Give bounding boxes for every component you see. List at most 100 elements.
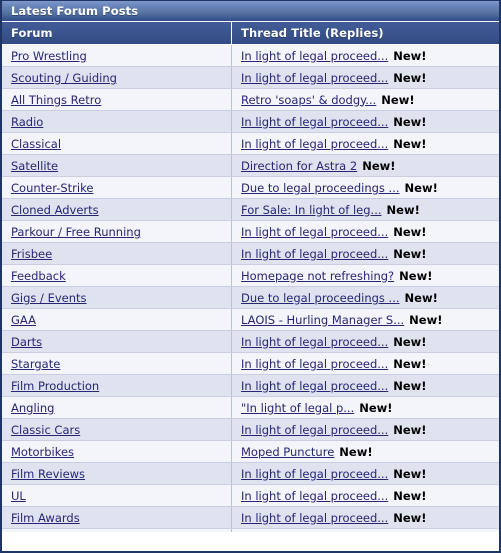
cell-thread-title: Homepage not refreshing? New! [231, 264, 499, 287]
cell-thread-title: In light of legal proceed... New! [231, 330, 499, 353]
table-body: Pro Wrestling In light of legal proceed..… [2, 44, 499, 532]
new-badge: New! [393, 466, 427, 481]
cell-thread-title: In light of legal proceed... New! [231, 374, 499, 397]
forum-link[interactable]: Scouting / Guiding [11, 71, 117, 85]
cell-forum-name: Scouting / Guiding [2, 66, 232, 89]
cell-thread-title: In light of legal proceed... New! [231, 418, 499, 441]
table-row: GAA LAOIS - Hurling Manager S... New! [2, 308, 499, 331]
forum-link[interactable]: Angling [11, 401, 54, 415]
table-row: Pro Wrestling In light of legal proceed..… [2, 44, 499, 67]
cell-forum-name: Film Reviews [2, 462, 232, 485]
cell-forum-name: Film Production [2, 374, 232, 397]
cell-forum-name: Gigs / Events [2, 286, 232, 309]
table-row: Darts In light of legal proceed... New! [2, 330, 499, 353]
thread-link[interactable]: Moped Puncture [241, 445, 334, 459]
forum-link[interactable]: Frisbee [11, 247, 52, 261]
forum-link[interactable]: Gigs / Events [11, 291, 87, 305]
table-row: Classic Cars In light of legal proceed...… [2, 418, 499, 441]
cell-forum-name: Pro Wrestling [2, 44, 232, 67]
forum-link[interactable]: GAA [11, 313, 36, 327]
table-row: Counter-Strike Due to legal proceedings .… [2, 176, 499, 199]
table-head: Forum Thread Title (Replies) [2, 22, 499, 45]
cell-forum-name: Counter-Strike [2, 176, 232, 199]
thread-link[interactable]: In light of legal proceed... [241, 115, 388, 129]
new-badge: New! [393, 224, 427, 239]
thread-link[interactable]: In light of legal proceed... [241, 511, 388, 525]
cell-thread-title: LAOIS - Hurling Manager S... New! [231, 308, 499, 331]
forum-link[interactable]: Stargate [11, 357, 60, 371]
cell-thread-title: Retro 'soaps' & dodgy... New! [231, 88, 499, 111]
forum-link[interactable]: Feedback [11, 269, 66, 283]
thread-link[interactable]: Direction for Astra 2 [241, 159, 357, 173]
table-row: Film Awards In light of legal proceed... N… [2, 506, 499, 529]
thread-link[interactable]: In light of legal proceed... [241, 247, 388, 261]
thread-link[interactable]: "In light of legal p... [241, 401, 354, 415]
thread-link[interactable]: In light of legal proceed... [241, 335, 388, 349]
thread-link[interactable]: In light of legal proceed... [241, 357, 388, 371]
thread-link[interactable]: Retro 'soaps' & dodgy... [241, 93, 376, 107]
forum-link[interactable]: Film Production [11, 379, 99, 393]
forum-link[interactable]: Film Reviews [11, 467, 85, 481]
forum-link[interactable]: Darts [11, 335, 42, 349]
cell-forum-name: UL [2, 484, 232, 507]
thread-link[interactable]: In light of legal proceed... [241, 489, 388, 503]
forum-link[interactable]: Radio [11, 115, 43, 129]
thread-link[interactable]: In light of legal proceed... [241, 423, 388, 437]
cell-thread-title: Due to legal proceedings ... New! [231, 176, 499, 199]
table-row: Parkour / Free Running In light of legal … [2, 220, 499, 243]
thread-link[interactable]: Homepage not refreshing? [241, 269, 394, 283]
new-badge: New! [381, 92, 415, 107]
new-badge: New! [393, 422, 427, 437]
forum-link[interactable]: Counter-Strike [11, 181, 93, 195]
forum-link[interactable]: Classical [11, 137, 61, 151]
new-badge: New! [393, 510, 427, 525]
thread-link[interactable]: In light of legal proceed... [241, 225, 388, 239]
new-badge: New! [362, 158, 396, 173]
panel-frame: Latest Forum Posts Forum Thread Title (R… [0, 0, 501, 553]
cell-thread-title: For Sale: In light of leg... New! [231, 198, 499, 221]
forum-link[interactable]: Satellite [11, 159, 58, 173]
cell-forum-name: Radio [2, 110, 232, 133]
forum-link[interactable]: Parkour / Free Running [11, 225, 141, 239]
new-badge: New! [393, 488, 427, 503]
forum-link[interactable]: UL [11, 489, 26, 503]
forum-link[interactable]: Classic Cars [11, 423, 80, 437]
thread-link[interactable]: In light of legal proceed... [241, 137, 388, 151]
thread-link[interactable]: For Sale: In light of leg... [241, 203, 382, 217]
thread-link[interactable]: In light of legal proceed... [241, 379, 388, 393]
new-badge: New! [409, 312, 443, 327]
forum-link[interactable]: Film Awards [11, 511, 80, 525]
new-badge: New! [359, 400, 393, 415]
thread-link[interactable]: In light of legal proceed... [241, 71, 388, 85]
thread-link[interactable]: In light of legal proceed... [241, 467, 388, 481]
cell-forum-name: Stargate [2, 352, 232, 375]
thread-link[interactable]: In light of legal proceed... [241, 49, 388, 63]
table-row: Stargate In light of legal proceed... New! [2, 352, 499, 375]
cell-thread-title: In light of legal proceed... New! [231, 44, 499, 67]
column-header-forum[interactable]: Forum [2, 22, 232, 45]
panel-title: Latest Forum Posts [11, 4, 139, 18]
cell-thread-title: In light of legal proceed... New! [231, 506, 499, 529]
forum-link[interactable]: All Things Retro [11, 93, 101, 107]
table-header-row: Forum Thread Title (Replies) [2, 22, 499, 45]
thread-link[interactable]: Due to legal proceedings ... [241, 291, 400, 305]
column-header-thread-title[interactable]: Thread Title (Replies) [231, 22, 499, 45]
new-badge: New! [393, 70, 427, 85]
table-row: Gigs / Events Due to legal proceedings ..… [2, 286, 499, 309]
cell-forum-name: Film Awards [2, 506, 232, 529]
table-row: Motorbikes Moped Puncture New! [2, 440, 499, 463]
thread-link[interactable]: Due to legal proceedings ... [241, 181, 400, 195]
forum-link[interactable]: Cloned Adverts [11, 203, 99, 217]
cell-thread-title: In light of legal proceed... New! [231, 462, 499, 485]
cell-forum-name: Cloned Adverts [2, 198, 232, 221]
cell-forum-name: Parkour / Free Running [2, 220, 232, 243]
forum-link[interactable]: Pro Wrestling [11, 49, 87, 63]
cell-thread-title: In light of legal proceed... New! [231, 484, 499, 507]
table-row: Cloned Adverts For Sale: In light of leg.… [2, 198, 499, 221]
table-row: Film Production In light of legal proceed… [2, 374, 499, 397]
new-badge: New! [393, 334, 427, 349]
thread-link[interactable]: LAOIS - Hurling Manager S... [241, 313, 404, 327]
new-badge: New! [399, 268, 433, 283]
forum-link[interactable]: Motorbikes [11, 445, 74, 459]
table-row: Angling "In light of legal p... New! [2, 396, 499, 419]
